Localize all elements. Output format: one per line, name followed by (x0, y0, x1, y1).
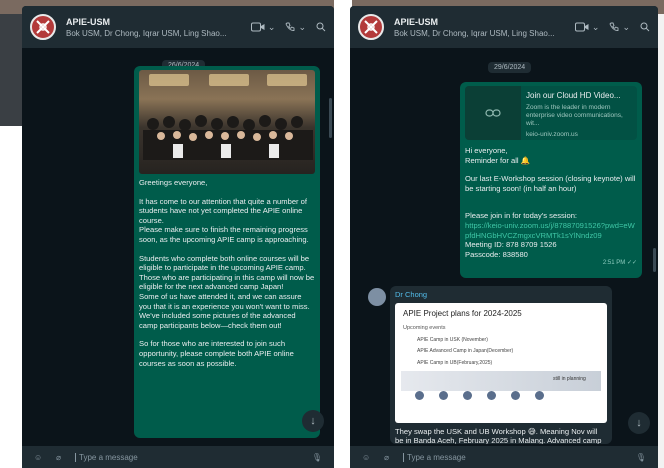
sender-name: Dr Chong (395, 290, 428, 299)
background-area (0, 126, 22, 468)
zoom-link[interactable]: https://keio-univ.zoom.us/j/87887091526?… (465, 221, 637, 240)
chat-header: APIE-USM Bok USM, Dr Chong, Iqrar USM, L… (350, 6, 658, 48)
chevron-down-icon: ⌄ (622, 21, 630, 32)
group-avatar-icon[interactable] (358, 14, 384, 40)
arrow-down-icon: ↓ (636, 417, 642, 429)
chat-members: Bok USM, Dr Chong, Iqrar USM, Ling Shao.… (394, 28, 555, 38)
attach-icon[interactable]: ⌀ (384, 453, 389, 462)
message-text: Hi everyone, (465, 146, 508, 155)
chat-title: APIE-USM (394, 16, 439, 27)
message-text: Reminder for all 🔔 (465, 155, 531, 165)
message-input[interactable]: Type a message (75, 452, 298, 462)
chat-window-2: APIE-USM Bok USM, Dr Chong, Iqrar USM, L… (350, 6, 658, 468)
attach-icon[interactable]: ⌀ (56, 453, 61, 462)
voice-call-icon[interactable]: ⌄ (609, 22, 630, 33)
microphone-icon[interactable]: 🎙 (636, 453, 646, 462)
passcode: Passcode: 838580 (465, 249, 528, 259)
link-description: Zoom is the leader in modern enterprise … (526, 103, 623, 127)
slide-section: Upcoming events (403, 325, 446, 332)
message-bubble[interactable]: Greetings everyone, It has come to our a… (134, 66, 320, 438)
background-image (0, 14, 22, 126)
slide-item: APIE Advanced Camp in Japan(December) (417, 348, 514, 355)
link-domain: keio-univ.zoom.us (526, 130, 578, 138)
message-text: Students who complete both online course… (139, 253, 315, 292)
timeline-dot (463, 390, 472, 400)
date-chip: 29/6/2024 (488, 62, 532, 73)
emoji-icon[interactable]: ☺ (34, 453, 42, 462)
scroll-down-button[interactable]: ↓ (302, 410, 324, 432)
link-preview[interactable]: Join our Cloud HD Video... Zoom is the l… (465, 86, 637, 140)
slide-title: APIE Project plans for 2024-2025 (403, 308, 522, 318)
chat-header-info[interactable]: APIE-USM Bok USM, Dr Chong, Iqrar USM, L… (394, 16, 575, 39)
avatar[interactable] (368, 288, 386, 306)
scroll-down-button[interactable]: ↓ (628, 412, 650, 434)
link-icon (465, 86, 521, 140)
message-composer: ☺ ⌀ Type a message 🎙 (22, 446, 334, 468)
scrollbar[interactable] (329, 98, 332, 138)
video-call-icon[interactable]: ⌄ (574, 21, 600, 33)
chat-header: APIE-USM Bok USM, Dr Chong, Iqrar USM, L… (22, 6, 334, 48)
message-bubble[interactable]: Join our Cloud HD Video... Zoom is the l… (460, 82, 642, 278)
chat-area[interactable]: 29/6/2024 Join our Cloud HD Video... Zoo… (350, 48, 658, 446)
timeline-dot (535, 390, 544, 400)
search-icon[interactable] (316, 22, 326, 32)
slide-planning-label: still in planning (553, 375, 586, 382)
message-text: It has come to our attention that quite … (139, 196, 308, 225)
message-text: Please make sure to finish the remaining… (139, 225, 309, 244)
search-icon[interactable] (640, 22, 650, 32)
timeline-dot (487, 390, 496, 400)
chat-header-info[interactable]: APIE-USM Bok USM, Dr Chong, Iqrar USM, L… (66, 16, 251, 39)
message-input[interactable]: Type a message (403, 452, 622, 462)
meeting-id: Meeting ID: 878 8709 1526 (465, 240, 557, 250)
arrow-down-icon: ↓ (310, 415, 316, 427)
slide-image[interactable]: APIE Project plans for 2024-2025 Upcomin… (395, 302, 607, 423)
group-avatar-icon[interactable] (30, 14, 56, 40)
scrollbar[interactable] (653, 248, 656, 272)
video-call-icon[interactable]: ⌄ (250, 21, 276, 33)
chat-window-1: APIE-USM Bok USM, Dr Chong, Iqrar USM, L… (22, 6, 334, 468)
chevron-down-icon: ⌄ (267, 21, 276, 32)
group-photo[interactable] (139, 70, 315, 174)
message-text: Our last E-Workshop session (closing key… (465, 174, 636, 193)
message-text: Some of us have attended it, and we can … (139, 291, 310, 330)
timeline-dot (439, 390, 448, 400)
message-text: Please join in for today's session: (465, 211, 578, 221)
slide-item: APIE Camp in UB(February,2025) (417, 359, 493, 366)
timeline-dot (415, 390, 424, 400)
read-receipt-icon: ✓✓ (626, 260, 637, 267)
chat-title: APIE-USM (66, 16, 111, 27)
chevron-down-icon: ⌄ (591, 21, 600, 32)
chevron-down-icon: ⌄ (298, 21, 306, 32)
chat-area[interactable]: 26/6/2024 (22, 48, 334, 446)
link-title: Join our Cloud HD Video... (526, 91, 621, 100)
message-composer: ☺ ⌀ Type a message 🎙 (350, 446, 658, 468)
message-text: Greetings everyone, (139, 178, 208, 187)
microphone-icon[interactable]: 🎙 (312, 453, 322, 462)
timeline-dot (511, 390, 520, 400)
message-text: They swap the USK and UB Workshop 😅. Mea… (395, 426, 602, 444)
message-text: So for those who are interested to join … (139, 339, 294, 368)
slide-item: APIE Camp in USK (November) (417, 336, 488, 343)
message-bubble[interactable]: Dr Chong APIE Project plans for 2024-202… (390, 286, 612, 444)
message-time: 2:51 PM (602, 260, 626, 267)
voice-call-icon[interactable]: ⌄ (285, 22, 306, 33)
emoji-icon[interactable]: ☺ (362, 453, 370, 462)
chat-members: Bok USM, Dr Chong, Iqrar USM, Ling Shao.… (66, 28, 227, 38)
